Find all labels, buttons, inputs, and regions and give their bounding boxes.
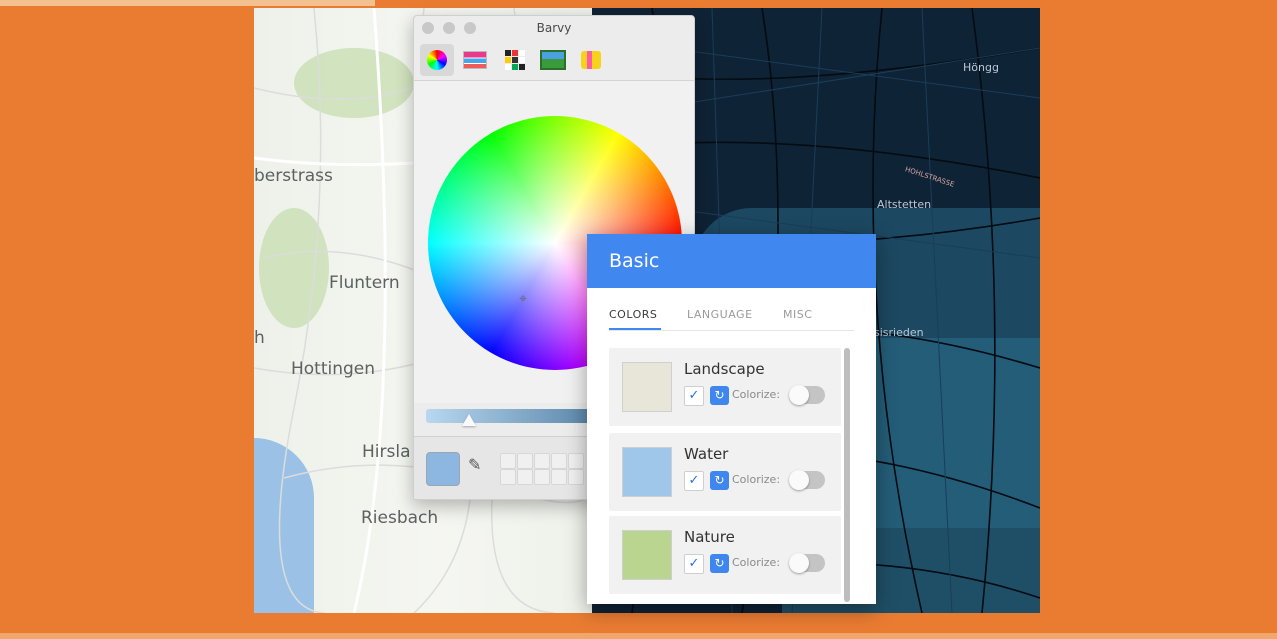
top-accent-line: [0, 0, 375, 6]
map-label: h: [254, 328, 265, 348]
barvy-titlebar[interactable]: Barvy: [414, 16, 694, 40]
eyedropper-icon[interactable]: ✎: [468, 455, 481, 474]
map-label: Riesbach: [361, 508, 439, 528]
current-color-swatch[interactable]: [426, 452, 460, 486]
color-sliders-tab[interactable]: [458, 44, 492, 76]
tab-language[interactable]: LANGUAGE: [687, 308, 753, 321]
enable-checkbox[interactable]: ✓: [684, 554, 704, 574]
map-label: Fluntern: [329, 273, 400, 293]
crayons-tab[interactable]: [574, 44, 608, 76]
color-palettes-icon: [505, 50, 525, 70]
colorize-toggle[interactable]: [789, 470, 825, 490]
tab-colors[interactable]: COLORS: [609, 308, 657, 321]
reset-icon[interactable]: ↻: [710, 386, 729, 405]
brightness-slider-thumb[interactable]: [462, 414, 476, 426]
basic-settings-panel: Basic COLORS LANGUAGE MISC Landscape ✓ ↻…: [587, 234, 876, 604]
saved-color-cell[interactable]: [517, 469, 533, 485]
image-palettes-icon: [540, 50, 566, 70]
map-label: Hottingen: [291, 359, 376, 379]
barvy-toolbar: [414, 40, 694, 81]
barvy-title: Barvy: [536, 21, 572, 35]
enable-checkbox[interactable]: ✓: [684, 471, 704, 491]
list-scrollbar[interactable]: [844, 348, 850, 602]
saved-color-cell[interactable]: [534, 453, 550, 469]
saved-color-cell[interactable]: [500, 469, 516, 485]
dark-map-label: Altstetten: [877, 198, 932, 211]
crosshair-icon[interactable]: ⌖: [515, 291, 531, 307]
color-swatch[interactable]: [622, 362, 672, 412]
color-wheel-icon: [427, 50, 447, 70]
color-swatch[interactable]: [622, 447, 672, 497]
item-name: Nature: [684, 528, 735, 546]
colorize-label: Colorize:: [732, 556, 781, 569]
dark-map-label: sisrieden: [874, 326, 924, 339]
list-item-landscape: Landscape ✓ ↻ Colorize:: [609, 348, 841, 426]
saved-color-cell[interactable]: [568, 469, 584, 485]
color-palettes-tab[interactable]: [498, 44, 532, 76]
colorize-label: Colorize:: [732, 388, 781, 401]
image-palettes-tab[interactable]: [536, 44, 570, 76]
tab-misc[interactable]: MISC: [783, 308, 812, 321]
list-item-nature: Nature ✓ ↻ Colorize:: [609, 516, 841, 594]
crayons-icon: [581, 51, 601, 69]
saved-color-cell[interactable]: [534, 469, 550, 485]
saved-color-cell[interactable]: [517, 453, 533, 469]
item-name: Water: [684, 445, 729, 463]
map-label: berstrass: [254, 166, 333, 186]
item-name: Landscape: [684, 360, 765, 378]
saved-color-cell[interactable]: [551, 453, 567, 469]
reset-icon[interactable]: ↻: [710, 554, 729, 573]
color-swatch[interactable]: [622, 530, 672, 580]
list-item-water: Water ✓ ↻ Colorize:: [609, 433, 841, 511]
colorize-toggle[interactable]: [789, 553, 825, 573]
colorize-label: Colorize:: [732, 473, 781, 486]
settings-tabs: COLORS LANGUAGE MISC: [609, 288, 854, 331]
color-sliders-icon: [463, 51, 487, 69]
active-tab-indicator: [609, 328, 661, 330]
saved-color-cell[interactable]: [551, 469, 567, 485]
bottom-accent-line: [0, 633, 1277, 639]
saved-color-cell[interactable]: [500, 453, 516, 469]
saved-color-cell[interactable]: [568, 453, 584, 469]
colorize-toggle[interactable]: [789, 385, 825, 405]
panel-title: Basic: [587, 234, 876, 288]
reset-icon[interactable]: ↻: [710, 471, 729, 490]
map-label: Hirsla: [362, 442, 411, 462]
dark-map-label: Höngg: [963, 61, 999, 74]
color-wheel-tab[interactable]: [420, 44, 454, 76]
enable-checkbox[interactable]: ✓: [684, 386, 704, 406]
